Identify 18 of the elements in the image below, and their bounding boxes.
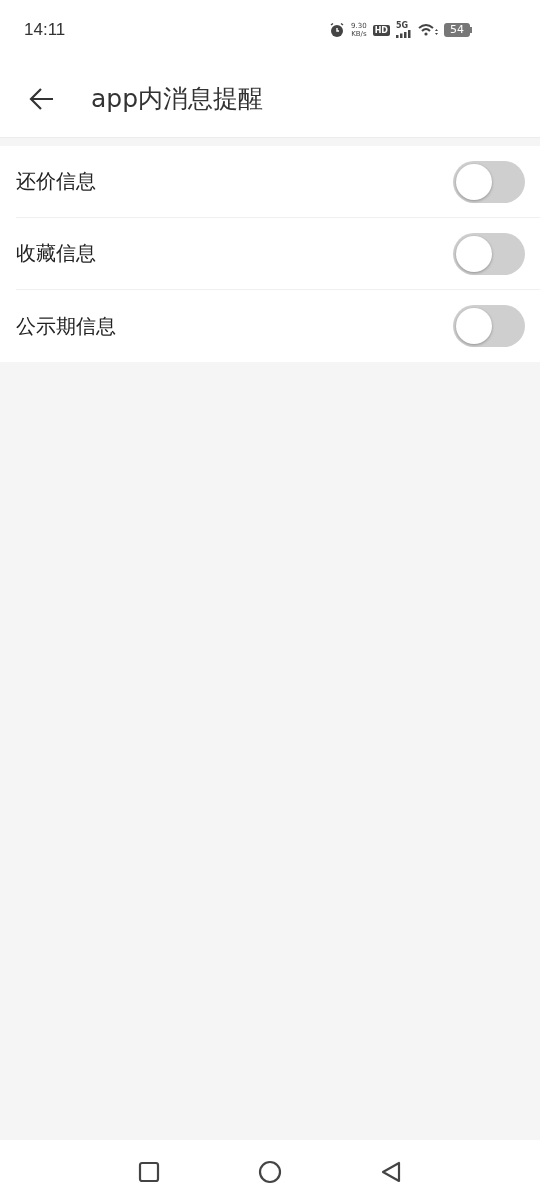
toggle-switch[interactable] — [453, 160, 525, 203]
setting-label: 还价信息 — [16, 168, 96, 195]
network-type-label: 5G — [396, 22, 409, 30]
status-time: 14:11 — [24, 20, 66, 40]
home-icon[interactable] — [258, 1160, 282, 1184]
back-icon[interactable] — [29, 86, 55, 111]
wifi-icon — [418, 23, 438, 37]
page-title: app内消息提醒 — [91, 83, 264, 115]
setting-label: 收藏信息 — [16, 240, 96, 267]
toggle-switch[interactable] — [453, 305, 525, 347]
toggle-switch[interactable] — [453, 232, 525, 275]
signal-icon — [396, 30, 412, 38]
alarm-clock-icon — [329, 22, 346, 38]
hd-badge: HD — [372, 24, 390, 36]
back-triangle-icon[interactable] — [380, 1161, 402, 1183]
recent-apps-icon[interactable] — [138, 1161, 160, 1183]
battery-icon: 54 — [444, 23, 472, 37]
setting-label: 公示期信息 — [16, 312, 116, 340]
